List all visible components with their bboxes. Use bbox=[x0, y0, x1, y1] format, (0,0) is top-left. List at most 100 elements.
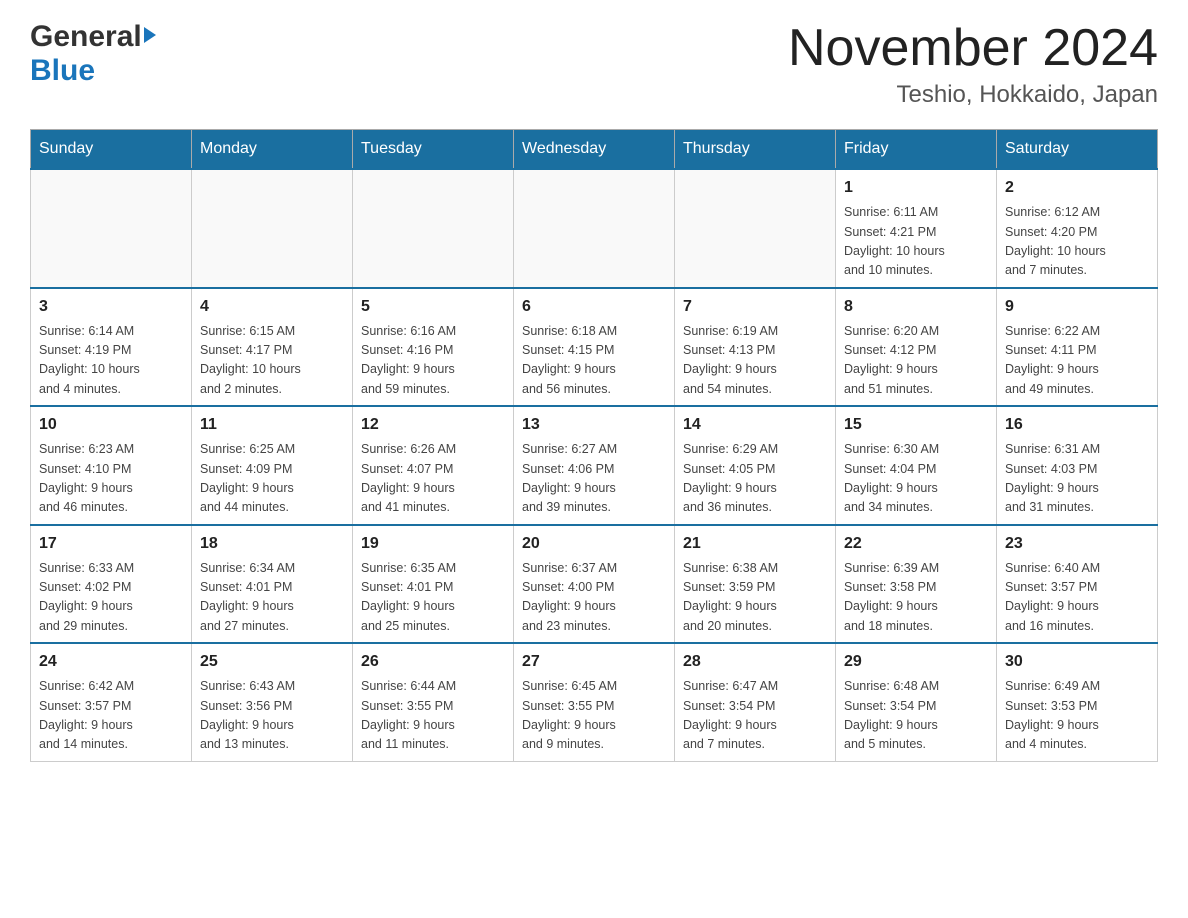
calendar-cell: 15 Sunrise: 6:30 AM Sunset: 4:04 PM Dayli… bbox=[836, 406, 997, 525]
day-info: Sunrise: 6:43 AM Sunset: 3:56 PM Dayligh… bbox=[200, 677, 344, 755]
calendar-cell: 2 Sunrise: 6:12 AM Sunset: 4:20 PM Daylig… bbox=[997, 169, 1158, 288]
day-info: Sunrise: 6:37 AM Sunset: 4:00 PM Dayligh… bbox=[522, 559, 666, 637]
day-number: 28 bbox=[683, 650, 827, 674]
calendar-cell: 3Sunrise: 6:14 AM Sunset: 4:19 PM Daylig… bbox=[31, 288, 192, 407]
day-number: 25 bbox=[200, 650, 344, 674]
logo-arrow-icon bbox=[144, 27, 156, 43]
day-info: Sunrise: 6:15 AM Sunset: 4:17 PM Dayligh… bbox=[200, 322, 344, 400]
day-number: 26 bbox=[361, 650, 505, 674]
logo: General Blue bbox=[30, 20, 156, 88]
day-number: 21 bbox=[683, 532, 827, 556]
calendar-cell: 10 Sunrise: 6:23 AM Sunset: 4:10 PM Dayli… bbox=[31, 406, 192, 525]
calendar-cell: 9 Sunrise: 6:22 AM Sunset: 4:11 PM Daylig… bbox=[997, 288, 1158, 407]
day-info: Sunrise: 6:39 AM Sunset: 3:58 PM Dayligh… bbox=[844, 559, 988, 637]
day-number: 12 bbox=[361, 413, 505, 437]
day-number: 22 bbox=[844, 532, 988, 556]
day-info: Sunrise: 6:33 AM Sunset: 4:02 PM Dayligh… bbox=[39, 559, 183, 637]
calendar-cell bbox=[353, 169, 514, 288]
calendar-cell: 27 Sunrise: 6:45 AM Sunset: 3:55 PM Dayli… bbox=[514, 643, 675, 761]
logo-blue: Blue bbox=[30, 54, 95, 87]
weekday-header-tuesday: Tuesday bbox=[353, 130, 514, 170]
calendar-week-5: 24Sunrise: 6:42 AM Sunset: 3:57 PM Dayli… bbox=[31, 643, 1158, 761]
weekday-header-sunday: Sunday bbox=[31, 130, 192, 170]
day-number: 27 bbox=[522, 650, 666, 674]
day-number: 17 bbox=[39, 532, 183, 556]
day-number: 11 bbox=[200, 413, 344, 437]
calendar-cell: 20 Sunrise: 6:37 AM Sunset: 4:00 PM Dayli… bbox=[514, 525, 675, 644]
weekday-header-row: SundayMondayTuesdayWednesdayThursdayFrid… bbox=[31, 130, 1158, 170]
day-info: Sunrise: 6:16 AM Sunset: 4:16 PM Dayligh… bbox=[361, 322, 505, 400]
calendar-cell: 24Sunrise: 6:42 AM Sunset: 3:57 PM Dayli… bbox=[31, 643, 192, 761]
day-number: 4 bbox=[200, 295, 344, 319]
title-section: November 2024 Teshio, Hokkaido, Japan bbox=[788, 20, 1158, 109]
calendar-cell: 21 Sunrise: 6:38 AM Sunset: 3:59 PM Dayli… bbox=[675, 525, 836, 644]
day-info: Sunrise: 6:35 AM Sunset: 4:01 PM Dayligh… bbox=[361, 559, 505, 637]
day-number: 30 bbox=[1005, 650, 1149, 674]
calendar-cell: 30 Sunrise: 6:49 AM Sunset: 3:53 PM Dayli… bbox=[997, 643, 1158, 761]
weekday-header-monday: Monday bbox=[192, 130, 353, 170]
day-info: Sunrise: 6:44 AM Sunset: 3:55 PM Dayligh… bbox=[361, 677, 505, 755]
location-title: Teshio, Hokkaido, Japan bbox=[788, 81, 1158, 109]
day-number: 15 bbox=[844, 413, 988, 437]
month-title: November 2024 bbox=[788, 20, 1158, 77]
day-info: Sunrise: 6:47 AM Sunset: 3:54 PM Dayligh… bbox=[683, 677, 827, 755]
calendar-cell: 1Sunrise: 6:11 AM Sunset: 4:21 PM Daylig… bbox=[836, 169, 997, 288]
calendar-cell: 18 Sunrise: 6:34 AM Sunset: 4:01 PM Dayli… bbox=[192, 525, 353, 644]
day-info: Sunrise: 6:49 AM Sunset: 3:53 PM Dayligh… bbox=[1005, 677, 1149, 755]
calendar-table: SundayMondayTuesdayWednesdayThursdayFrid… bbox=[30, 129, 1158, 762]
day-number: 29 bbox=[844, 650, 988, 674]
calendar-cell: 28 Sunrise: 6:47 AM Sunset: 3:54 PM Dayli… bbox=[675, 643, 836, 761]
calendar-cell: 23 Sunrise: 6:40 AM Sunset: 3:57 PM Dayli… bbox=[997, 525, 1158, 644]
day-info: Sunrise: 6:34 AM Sunset: 4:01 PM Dayligh… bbox=[200, 559, 344, 637]
day-number: 24 bbox=[39, 650, 183, 674]
day-number: 9 bbox=[1005, 295, 1149, 319]
day-number: 8 bbox=[844, 295, 988, 319]
day-number: 23 bbox=[1005, 532, 1149, 556]
day-info: Sunrise: 6:26 AM Sunset: 4:07 PM Dayligh… bbox=[361, 440, 505, 518]
day-number: 13 bbox=[522, 413, 666, 437]
day-number: 14 bbox=[683, 413, 827, 437]
day-info: Sunrise: 6:23 AM Sunset: 4:10 PM Dayligh… bbox=[39, 440, 183, 518]
calendar-cell: 12 Sunrise: 6:26 AM Sunset: 4:07 PM Dayli… bbox=[353, 406, 514, 525]
weekday-header-thursday: Thursday bbox=[675, 130, 836, 170]
day-number: 6 bbox=[522, 295, 666, 319]
calendar-cell: 13Sunrise: 6:27 AM Sunset: 4:06 PM Dayli… bbox=[514, 406, 675, 525]
day-info: Sunrise: 6:29 AM Sunset: 4:05 PM Dayligh… bbox=[683, 440, 827, 518]
calendar-cell: 19 Sunrise: 6:35 AM Sunset: 4:01 PM Dayli… bbox=[353, 525, 514, 644]
calendar-cell: 5 Sunrise: 6:16 AM Sunset: 4:16 PM Daylig… bbox=[353, 288, 514, 407]
calendar-cell: 29Sunrise: 6:48 AM Sunset: 3:54 PM Dayli… bbox=[836, 643, 997, 761]
day-info: Sunrise: 6:12 AM Sunset: 4:20 PM Dayligh… bbox=[1005, 203, 1149, 281]
day-info: Sunrise: 6:30 AM Sunset: 4:04 PM Dayligh… bbox=[844, 440, 988, 518]
day-number: 5 bbox=[361, 295, 505, 319]
day-number: 16 bbox=[1005, 413, 1149, 437]
day-info: Sunrise: 6:40 AM Sunset: 3:57 PM Dayligh… bbox=[1005, 559, 1149, 637]
calendar-cell bbox=[675, 169, 836, 288]
calendar-cell: 26 Sunrise: 6:44 AM Sunset: 3:55 PM Dayli… bbox=[353, 643, 514, 761]
calendar-cell: 4 Sunrise: 6:15 AM Sunset: 4:17 PM Daylig… bbox=[192, 288, 353, 407]
day-info: Sunrise: 6:11 AM Sunset: 4:21 PM Dayligh… bbox=[844, 203, 988, 281]
day-number: 18 bbox=[200, 532, 344, 556]
weekday-header-wednesday: Wednesday bbox=[514, 130, 675, 170]
day-number: 19 bbox=[361, 532, 505, 556]
day-info: Sunrise: 6:38 AM Sunset: 3:59 PM Dayligh… bbox=[683, 559, 827, 637]
day-info: Sunrise: 6:25 AM Sunset: 4:09 PM Dayligh… bbox=[200, 440, 344, 518]
calendar-cell: 11 Sunrise: 6:25 AM Sunset: 4:09 PM Dayli… bbox=[192, 406, 353, 525]
day-number: 2 bbox=[1005, 176, 1149, 200]
day-number: 7 bbox=[683, 295, 827, 319]
calendar-cell: 25 Sunrise: 6:43 AM Sunset: 3:56 PM Dayli… bbox=[192, 643, 353, 761]
day-info: Sunrise: 6:22 AM Sunset: 4:11 PM Dayligh… bbox=[1005, 322, 1149, 400]
calendar-week-4: 17 Sunrise: 6:33 AM Sunset: 4:02 PM Dayli… bbox=[31, 525, 1158, 644]
calendar-cell bbox=[192, 169, 353, 288]
day-number: 20 bbox=[522, 532, 666, 556]
calendar-cell: 8 Sunrise: 6:20 AM Sunset: 4:12 PM Daylig… bbox=[836, 288, 997, 407]
calendar-cell: 14 Sunrise: 6:29 AM Sunset: 4:05 PM Dayli… bbox=[675, 406, 836, 525]
day-info: Sunrise: 6:18 AM Sunset: 4:15 PM Dayligh… bbox=[522, 322, 666, 400]
calendar-cell bbox=[514, 169, 675, 288]
day-info: Sunrise: 6:20 AM Sunset: 4:12 PM Dayligh… bbox=[844, 322, 988, 400]
day-info: Sunrise: 6:45 AM Sunset: 3:55 PM Dayligh… bbox=[522, 677, 666, 755]
day-number: 3 bbox=[39, 295, 183, 319]
day-number: 10 bbox=[39, 413, 183, 437]
day-info: Sunrise: 6:31 AM Sunset: 4:03 PM Dayligh… bbox=[1005, 440, 1149, 518]
calendar-cell: 17 Sunrise: 6:33 AM Sunset: 4:02 PM Dayli… bbox=[31, 525, 192, 644]
calendar-week-2: 3Sunrise: 6:14 AM Sunset: 4:19 PM Daylig… bbox=[31, 288, 1158, 407]
